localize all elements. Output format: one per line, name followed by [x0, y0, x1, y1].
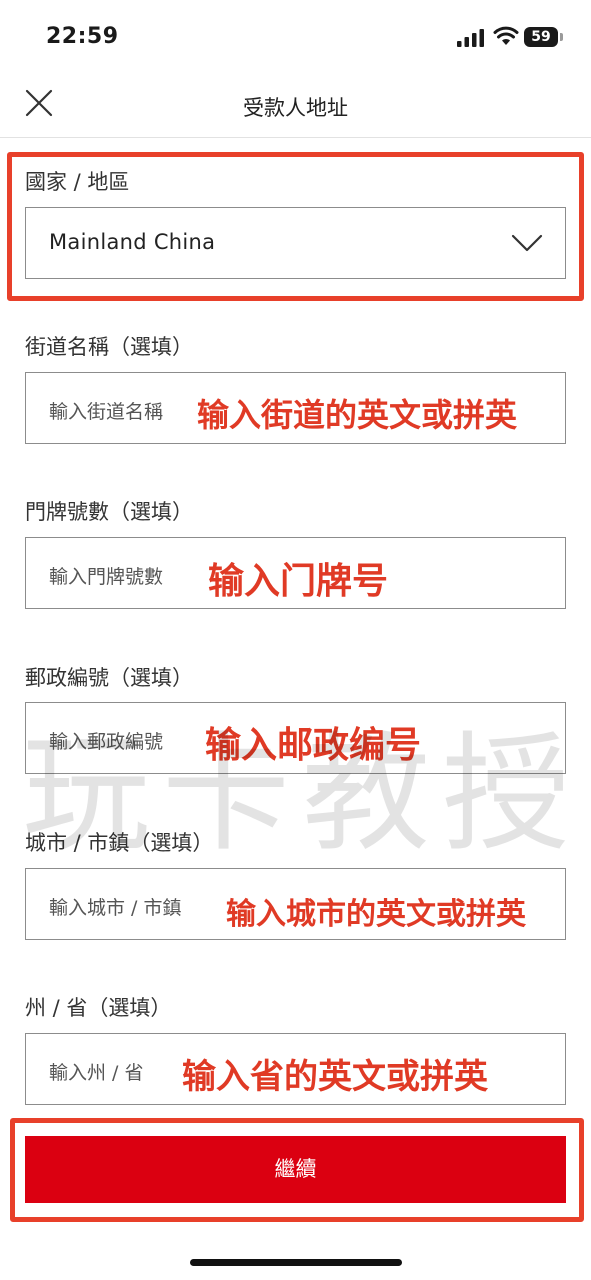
postal-code-label: 郵政編號（選填）	[25, 666, 193, 690]
signal-icon	[457, 29, 484, 47]
battery-level: 59	[531, 29, 551, 45]
status-bar: 22:59 59	[0, 0, 591, 70]
state-annotation: 输入省的英文或拼英	[182, 1057, 488, 1097]
street-placeholder: 輸入街道名稱	[49, 401, 164, 423]
house-number-placeholder: 輸入門牌號數	[49, 566, 164, 588]
city-annotation: 输入城市的英文或拼英	[226, 897, 526, 932]
country-value: Mainland China	[49, 230, 216, 254]
house-number-label: 門牌號數（選填）	[25, 500, 193, 524]
country-select[interactable]: Mainland China	[25, 207, 566, 279]
wifi-icon	[493, 26, 519, 45]
postal-code-annotation: 输入邮政编号	[205, 725, 422, 766]
continue-button[interactable]: 繼續	[25, 1136, 566, 1203]
page-title: 受款人地址	[243, 96, 348, 120]
street-annotation: 输入街道的英文或拼英	[197, 396, 518, 434]
state-label: 州 / 省（選填）	[25, 996, 172, 1020]
house-number-annotation: 输入门牌号	[208, 561, 389, 602]
state-placeholder: 輸入州 / 省	[49, 1062, 144, 1084]
street-label: 街道名稱（選填）	[25, 335, 193, 359]
chevron-down-icon	[511, 234, 543, 252]
country-label: 國家 / 地區	[25, 170, 130, 194]
postal-code-placeholder: 輸入郵政編號	[49, 731, 164, 753]
battery-icon: 59	[524, 27, 558, 47]
status-time: 22:59	[46, 24, 119, 49]
city-label: 城市 / 市鎮（選填）	[25, 831, 214, 855]
nav-bar: 受款人地址	[0, 70, 591, 138]
home-indicator	[190, 1259, 402, 1266]
city-placeholder: 輸入城市 / 市鎮	[49, 897, 182, 919]
battery-cap	[560, 33, 563, 41]
